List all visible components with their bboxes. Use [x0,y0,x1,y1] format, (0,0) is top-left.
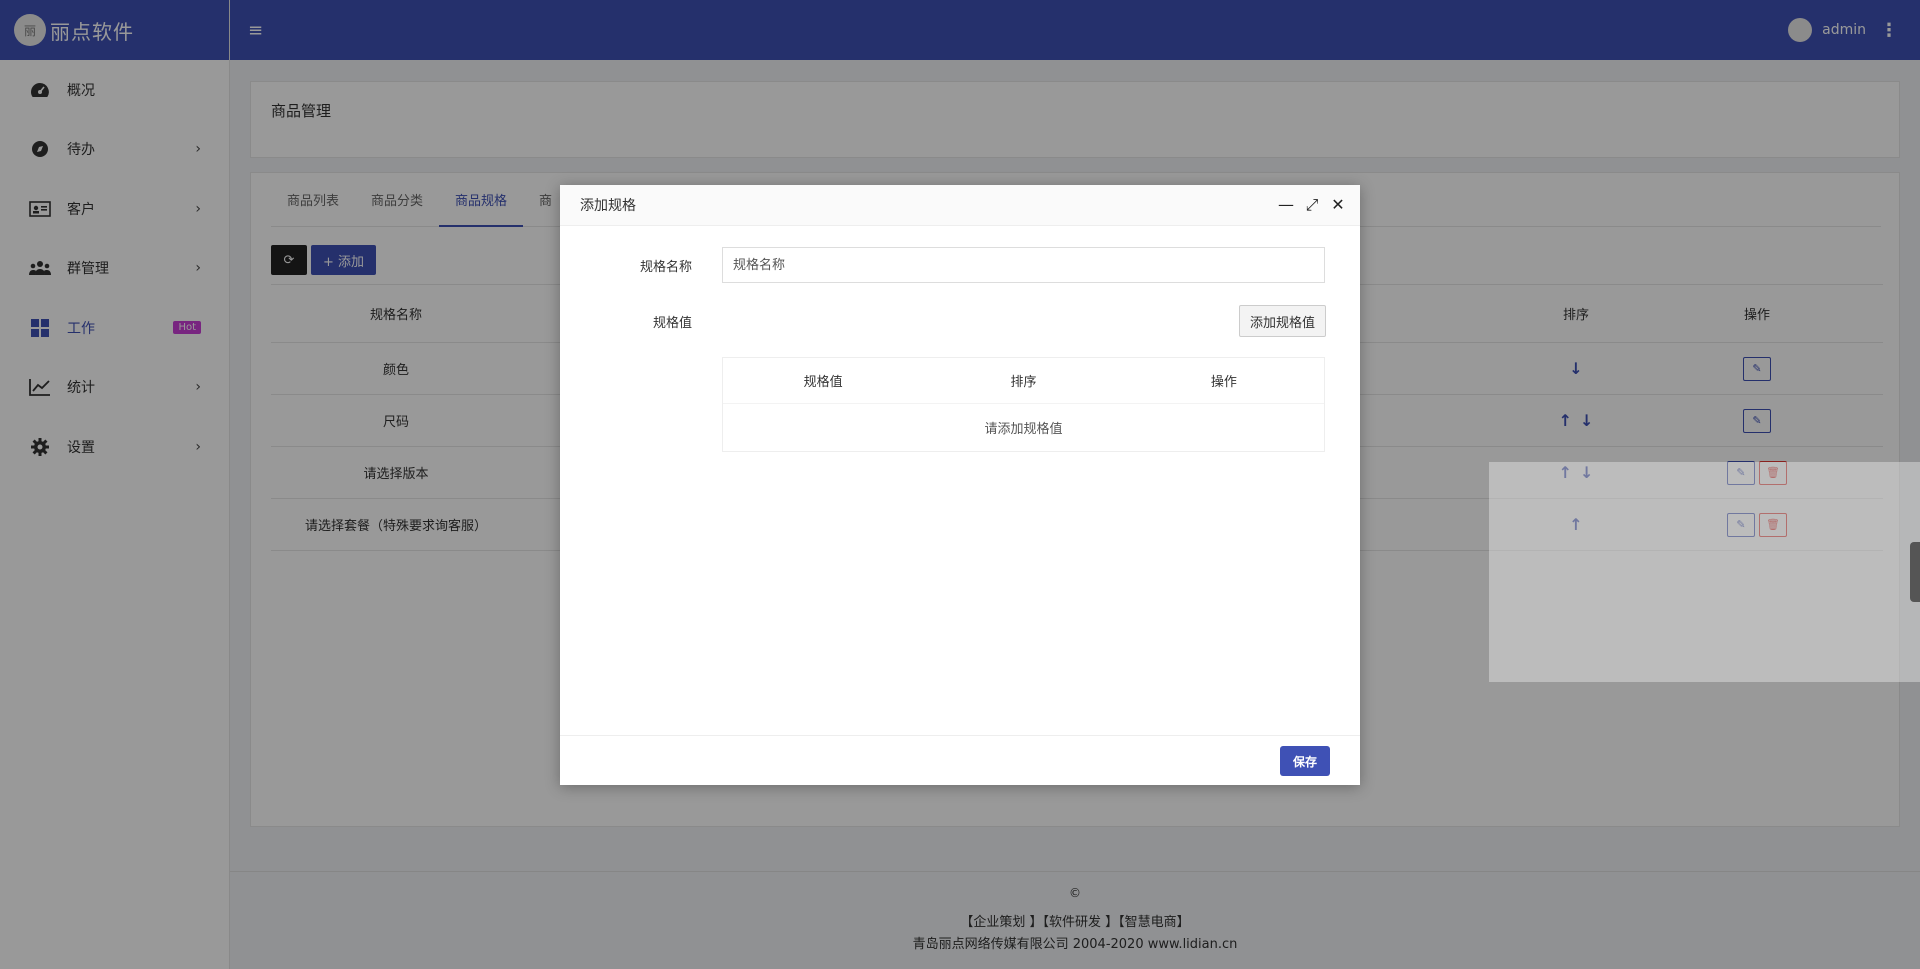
side-handle[interactable] [1910,542,1920,602]
column-header: 操作 [1210,375,1237,390]
spec-value-table: 规格值 排序 操作 请添加规格值 [722,357,1325,452]
spec-value-row: 规格值 添加规格值 [560,305,1360,337]
dialog-controls: — ⤢ ✕ [1278,195,1346,215]
spec-name-row: 规格名称 [560,247,1360,283]
dialog-footer: 保存 [560,735,1360,785]
minimize-icon[interactable]: — [1278,195,1294,215]
dialog-header: 添加规格 — ⤢ ✕ [560,185,1360,226]
drag-ghost [1489,462,1920,682]
dialog-title: 添加规格 [580,198,636,214]
maximize-icon[interactable]: ⤢ [1304,195,1320,215]
spec-name-input[interactable] [722,247,1325,283]
column-header: 规格值 [803,375,843,390]
close-icon[interactable]: ✕ [1330,195,1346,215]
spec-value-label: 规格值 [652,315,692,331]
save-button[interactable]: 保存 [1280,746,1330,776]
table-header-row: 规格值 排序 操作 [723,358,1324,404]
empty-state: 请添加规格值 [984,422,1063,437]
add-spec-dialog: 添加规格 — ⤢ ✕ 规格名称 规格值 添加规格值 规格值 排序 操作 请添加规… [560,185,1360,785]
spec-name-label: 规格名称 [639,259,692,275]
column-header: 排序 [1010,375,1037,390]
add-spec-value-button[interactable]: 添加规格值 [1238,305,1326,337]
